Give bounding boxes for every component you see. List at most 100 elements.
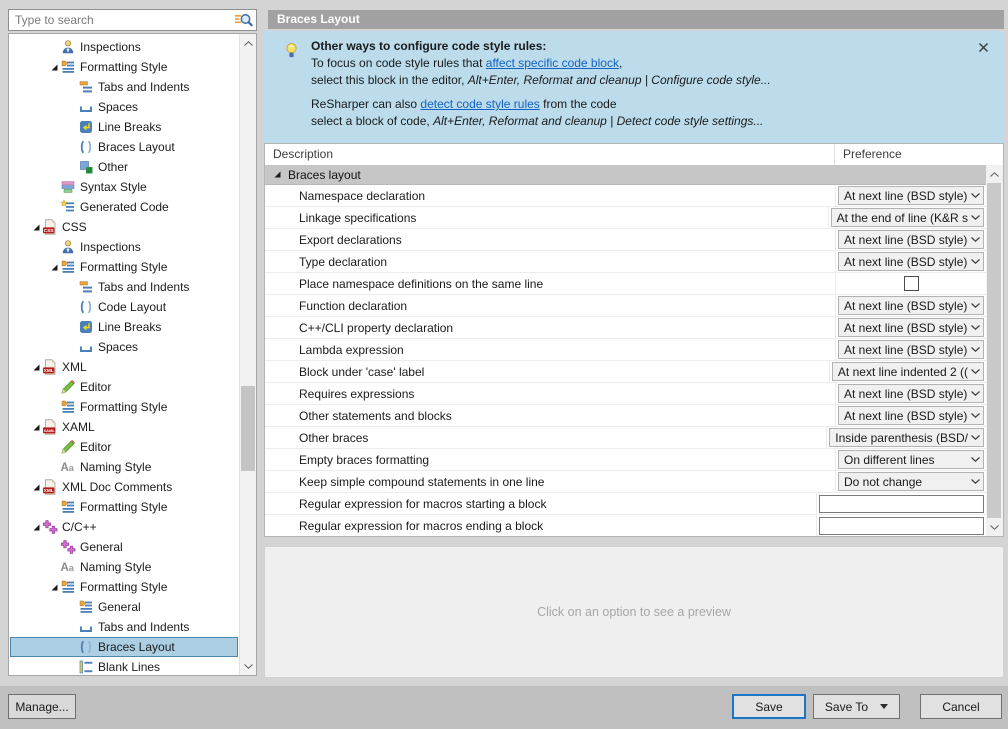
option-row-requires-expressions[interactable]: Requires expressionsAt next line (BSD st… xyxy=(265,383,986,405)
sidebar-item-blank-lines[interactable]: Blank Lines xyxy=(10,657,238,674)
option-row-regular-expression-for-macros-starting-a-block[interactable]: Regular expression for macros starting a… xyxy=(265,493,986,515)
sidebar-item-css[interactable]: CSSCSS xyxy=(10,217,238,237)
save-to-button[interactable]: Save To xyxy=(813,694,900,719)
svg-text:XML: XML xyxy=(44,368,54,374)
formatting-style-icon xyxy=(60,579,76,595)
affect-specific-code-block-link[interactable]: affect specific code block xyxy=(486,56,619,70)
scroll-up-icon[interactable] xyxy=(240,35,256,51)
sidebar-item-tabs-and-indents[interactable]: Tabs and Indents xyxy=(10,617,238,637)
preference-checkbox[interactable] xyxy=(904,276,919,291)
braces-layout-icon xyxy=(78,299,94,315)
options-tree: InspectionsFormatting StyleTabs and Inde… xyxy=(10,37,238,674)
sidebar-item-xml-doc-comments[interactable]: XMLXML Doc Comments xyxy=(10,477,238,497)
close-icon[interactable] xyxy=(976,40,990,54)
sidebar-item-editor[interactable]: Editor xyxy=(10,377,238,397)
expander-icon[interactable] xyxy=(48,261,60,273)
infobox: Other ways to configure code style rules… xyxy=(264,31,1004,143)
option-row-linkage-specifications[interactable]: Linkage specificationsAt the end of line… xyxy=(265,207,986,229)
scroll-up-icon[interactable] xyxy=(986,166,1002,182)
sidebar-item-formatting-style[interactable]: Formatting Style xyxy=(10,257,238,277)
expander-icon[interactable] xyxy=(30,421,42,433)
sidebar-item-naming-style[interactable]: AaNaming Style xyxy=(10,557,238,577)
option-row-lambda-expression[interactable]: Lambda expressionAt next line (BSD style… xyxy=(265,339,986,361)
preference-dropdown[interactable]: At next line (BSD style) xyxy=(838,384,984,403)
scroll-down-icon[interactable] xyxy=(986,519,1002,535)
sidebar-item-label: Tabs and Indents xyxy=(98,80,189,94)
search-input[interactable] xyxy=(9,13,235,27)
table-scrollbar-thumb[interactable] xyxy=(987,183,1001,518)
sidebar-item-general[interactable]: General xyxy=(10,537,238,557)
preference-dropdown[interactable]: At next line (BSD style) xyxy=(838,340,984,359)
option-label: Block under 'case' label xyxy=(265,361,829,382)
sidebar-item-formatting-style[interactable]: Formatting Style xyxy=(10,577,238,597)
sidebar-item-spaces[interactable]: Spaces xyxy=(10,97,238,117)
preference-value: At next line (BSD style) xyxy=(839,321,968,335)
sidebar-item-code-layout[interactable]: Code Layout xyxy=(10,297,238,317)
sidebar-item-spaces[interactable]: Spaces xyxy=(10,337,238,357)
preference-dropdown[interactable]: At next line (BSD style) xyxy=(838,318,984,337)
sidebar-item-formatting-style[interactable]: Formatting Style xyxy=(10,57,238,77)
option-row-function-declaration[interactable]: Function declarationAt next line (BSD st… xyxy=(265,295,986,317)
group-row-braces-layout[interactable]: Braces layout xyxy=(265,165,986,185)
sidebar-item-tabs-and-indents[interactable]: Tabs and Indents xyxy=(10,277,238,297)
preference-dropdown[interactable]: At next line (BSD style) xyxy=(838,296,984,315)
table-scrollbar[interactable] xyxy=(986,165,1003,536)
detect-code-style-rules-link[interactable]: detect code style rules xyxy=(420,97,539,111)
option-row-block-under-case-label[interactable]: Block under 'case' labelAt next line ind… xyxy=(265,361,986,383)
sidebar-item-editor[interactable]: Editor xyxy=(10,437,238,457)
preference-dropdown[interactable]: At next line (BSD style) xyxy=(838,230,984,249)
sidebar-item-naming-style[interactable]: AaNaming Style xyxy=(10,457,238,477)
sidebar-item-syntax-style[interactable]: Syntax Style xyxy=(10,177,238,197)
sidebar-item-c-c[interactable]: C/C++ xyxy=(10,517,238,537)
sidebar-item-tabs-and-indents[interactable]: Tabs and Indents xyxy=(10,77,238,97)
scroll-down-icon[interactable] xyxy=(240,658,256,674)
sidebar-item-xml[interactable]: XMLXML xyxy=(10,357,238,377)
sidebar-item-inspections[interactable]: Inspections xyxy=(10,237,238,257)
preference-textbox[interactable] xyxy=(819,517,984,535)
sidebar-item-line-breaks[interactable]: Line Breaks xyxy=(10,317,238,337)
option-row-other-statements-and-blocks[interactable]: Other statements and blocksAt next line … xyxy=(265,405,986,427)
expander-icon[interactable] xyxy=(48,61,60,73)
option-row-regular-expression-for-macros-ending-a-block[interactable]: Regular expression for macros ending a b… xyxy=(265,515,986,536)
sidebar-item-line-breaks[interactable]: Line Breaks xyxy=(10,117,238,137)
sidebar-item-formatting-style[interactable]: Formatting Style xyxy=(10,497,238,517)
preference-textbox[interactable] xyxy=(819,495,984,513)
preference-dropdown[interactable]: At next line (BSD style) xyxy=(838,186,984,205)
preference-dropdown[interactable]: Do not change xyxy=(838,472,984,491)
option-row-export-declarations[interactable]: Export declarationsAt next line (BSD sty… xyxy=(265,229,986,251)
sidebar-item-braces-layout[interactable]: Braces Layout xyxy=(10,137,238,157)
expander-icon[interactable] xyxy=(30,221,42,233)
sidebar-item-formatting-style[interactable]: Formatting Style xyxy=(10,397,238,417)
expander-icon[interactable] xyxy=(271,169,283,181)
preference-dropdown[interactable]: At the end of line (K&R s xyxy=(831,208,984,227)
option-row-place-namespace-definitions-on-the-same-line[interactable]: Place namespace definitions on the same … xyxy=(265,273,986,295)
manage-button[interactable]: Manage... xyxy=(8,694,76,719)
option-row-type-declaration[interactable]: Type declarationAt next line (BSD style) xyxy=(265,251,986,273)
sidebar-item-other[interactable]: Other xyxy=(10,157,238,177)
option-row-keep-simple-compound-statements-in-one-line[interactable]: Keep simple compound statements in one l… xyxy=(265,471,986,493)
option-row-other-braces[interactable]: Other bracesInside parenthesis (BSD/ xyxy=(265,427,986,449)
preference-dropdown[interactable]: At next line (BSD style) xyxy=(838,252,984,271)
save-button[interactable]: Save xyxy=(732,694,806,719)
expander-icon[interactable] xyxy=(30,481,42,493)
formatting-style-icon xyxy=(60,259,76,275)
sidebar-item-xaml[interactable]: XAMLXAML xyxy=(10,417,238,437)
option-row-namespace-declaration[interactable]: Namespace declarationAt next line (BSD s… xyxy=(265,185,986,207)
preference-dropdown[interactable]: Inside parenthesis (BSD/ xyxy=(829,428,984,447)
cancel-button[interactable]: Cancel xyxy=(920,694,1002,719)
preference-dropdown[interactable]: On different lines xyxy=(838,450,984,469)
tree-scrollbar[interactable] xyxy=(239,34,256,675)
expander-icon[interactable] xyxy=(30,521,42,533)
sidebar-item-general[interactable]: General xyxy=(10,597,238,617)
chevron-down-icon xyxy=(968,457,983,462)
option-row-c-cli-property-declaration[interactable]: C++/CLI property declarationAt next line… xyxy=(265,317,986,339)
option-row-empty-braces-formatting[interactable]: Empty braces formattingOn different line… xyxy=(265,449,986,471)
sidebar-item-generated-code[interactable]: Generated Code xyxy=(10,197,238,217)
preference-dropdown[interactable]: At next line (BSD style) xyxy=(838,406,984,425)
expander-icon[interactable] xyxy=(48,581,60,593)
sidebar-item-inspections[interactable]: Inspections xyxy=(10,37,238,57)
sidebar-item-braces-layout[interactable]: Braces Layout xyxy=(10,637,238,657)
tree-scrollbar-thumb[interactable] xyxy=(241,386,255,471)
preference-dropdown[interactable]: At next line indented 2 (( xyxy=(832,362,984,381)
expander-icon[interactable] xyxy=(30,361,42,373)
